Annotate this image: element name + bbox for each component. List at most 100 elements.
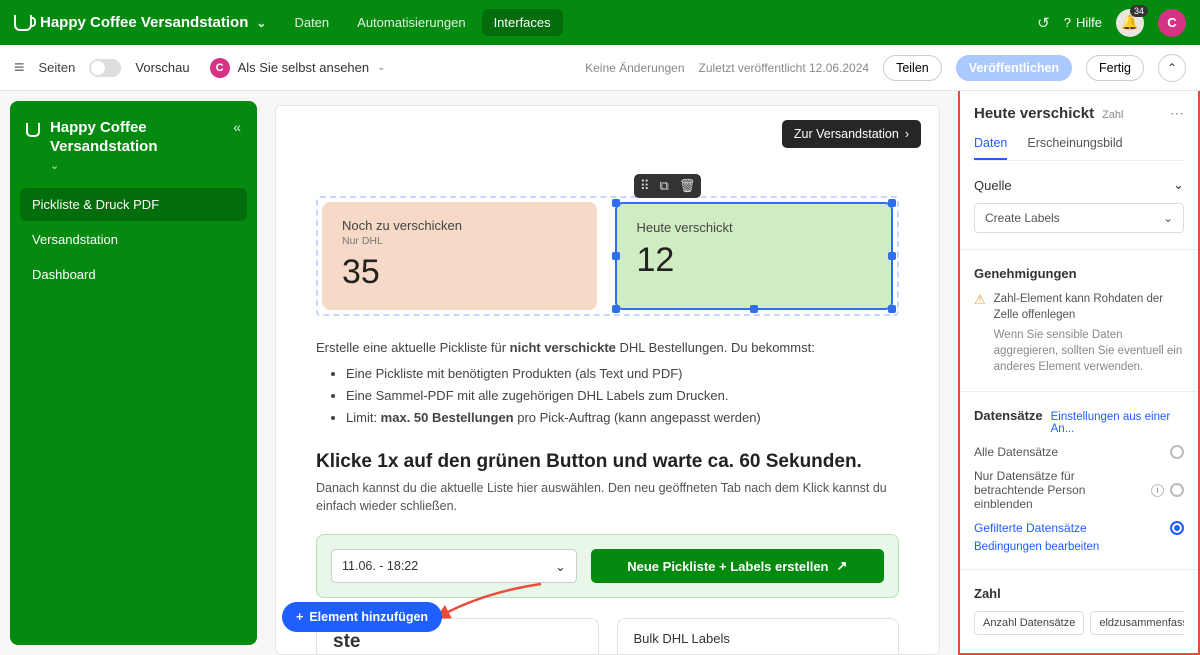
help-icon: ? — [1064, 15, 1071, 30]
history-icon[interactable]: ↺ — [1037, 14, 1050, 32]
inspector-title: Heute verschickt — [974, 105, 1094, 122]
coffee-cup-icon — [26, 123, 40, 137]
inspector-panel: Heute verschickt Zahl ⋯ Daten Erscheinun… — [958, 91, 1200, 655]
view-as-avatar: C — [210, 58, 230, 78]
edit-conditions-link[interactable]: Bedingungen bearbeiten — [974, 541, 1184, 553]
tab-automatisierungen[interactable]: Automatisierungen — [345, 9, 477, 36]
notifications-badge: 34 — [1130, 5, 1148, 17]
page-sidebar: Happy Coffee Versandstation ⌄ « Picklist… — [10, 101, 257, 645]
notifications-button[interactable]: 🔔 34 — [1116, 9, 1144, 37]
app-name: Happy Coffee Versandstation — [40, 14, 248, 31]
preview-label: Vorschau — [135, 60, 189, 75]
action-panel: 11.06. - 18:22 ⌄ Neue Pickliste + Labels… — [316, 534, 899, 598]
summary-option[interactable]: eldzusammenfassun — [1090, 611, 1184, 635]
records-option-all[interactable]: Alle Datensätze — [974, 445, 1184, 459]
approvals-heading: Genehmigungen — [974, 266, 1184, 281]
card-heute-verschickt[interactable]: Heute verschickt 12 — [615, 202, 894, 310]
add-element-button[interactable]: + Element hinzufügen — [282, 602, 442, 632]
source-select[interactable]: Create Labels ⌄ — [974, 203, 1184, 233]
tab-interfaces[interactable]: Interfaces — [482, 9, 563, 36]
collapse-up-button[interactable]: ⌃ — [1158, 54, 1186, 82]
list-item: Eine Pickliste mit benötigten Produkten … — [346, 364, 899, 384]
create-picklist-button[interactable]: Neue Pickliste + Labels erstellen ↗ — [591, 549, 884, 583]
option-label: Gefilterte Datensätze — [974, 521, 1087, 535]
hamburger-icon[interactable]: ≡ — [14, 57, 25, 78]
description-text: Erstelle eine aktuelle Pickliste für nic… — [316, 338, 899, 429]
card-title-fragment: ste — [333, 631, 360, 652]
chevron-down-icon[interactable]: ⌄ — [50, 160, 59, 172]
no-changes-text: Keine Änderungen — [585, 61, 684, 75]
plus-icon: + — [296, 610, 303, 624]
last-published-text: Zuletzt veröffentlicht 12.06.2024 — [699, 61, 870, 75]
card-value: 12 — [637, 241, 872, 280]
stats-row: Noch zu verschicken Nur DHL 35 Heute ver… — [316, 196, 899, 316]
bell-icon: 🔔 — [1121, 14, 1138, 31]
chevron-down-icon: ⌄ — [256, 16, 266, 30]
publish-button[interactable]: Veröffentlichen — [956, 55, 1072, 81]
select-value: 11.06. - 18:22 — [342, 559, 418, 573]
done-button[interactable]: Fertig — [1086, 55, 1144, 81]
chevron-down-icon: ⌄ — [555, 559, 565, 574]
card-label: Heute verschickt — [637, 220, 872, 235]
drag-handle-icon[interactable]: ⠿ — [640, 178, 650, 194]
picklist-select[interactable]: 11.06. - 18:22 ⌄ — [331, 549, 577, 583]
more-menu-icon[interactable]: ⋯ — [1170, 105, 1184, 122]
number-heading: Zahl — [974, 586, 1184, 601]
lower-card-bulk-labels[interactable]: Bulk DHL Labels DHL PAKET MUSTER — [617, 618, 900, 655]
option-label: Nur Datensätze für betrachtende Person e… — [974, 469, 1144, 511]
to-versandstation-button[interactable]: Zur Versandstation › — [782, 120, 921, 148]
coffee-cup-icon — [14, 15, 32, 31]
tab-data[interactable]: Daten — [974, 136, 1007, 160]
chevron-down-icon: ⌄ — [377, 62, 385, 73]
card-label: Noch zu verschicken — [342, 218, 577, 233]
preview-toggle[interactable] — [89, 59, 121, 77]
chevron-down-icon: ⌄ — [1163, 211, 1173, 225]
records-link[interactable]: Einstellungen aus einer An... — [1051, 411, 1184, 435]
card-title: Bulk DHL Labels — [634, 631, 883, 646]
info-icon[interactable]: i — [1151, 484, 1164, 497]
card-value: 35 — [342, 253, 577, 292]
help-link[interactable]: ? Hilfe — [1064, 15, 1102, 30]
share-button[interactable]: Teilen — [883, 55, 942, 81]
element-type: Zahl — [1102, 109, 1123, 121]
sidebar-title: Happy Coffee Versandstation — [50, 119, 223, 157]
help-label: Hilfe — [1076, 15, 1102, 30]
sidebar-item-dashboard[interactable]: Dashboard — [20, 258, 247, 291]
instruction-sub: Danach kannst du die aktuelle Liste hier… — [316, 479, 899, 517]
delete-icon[interactable]: 🗑 — [679, 178, 696, 194]
warning-title: Zahl-Element kann Rohdaten der Zelle off… — [994, 291, 1184, 323]
radio-icon — [1170, 521, 1184, 535]
pages-button[interactable]: Seiten — [39, 60, 76, 75]
selection-toolbar: ⠿ ⧉ 🗑 — [634, 174, 701, 198]
warning-body: Wenn Sie sensible Daten aggregieren, sol… — [994, 327, 1184, 375]
warning-icon: ⚠ — [974, 291, 986, 375]
instruction-heading: Klicke 1x auf den grünen Button und wart… — [316, 451, 899, 473]
chevron-down-icon: ⌄ — [1173, 177, 1184, 193]
app-brand[interactable]: Happy Coffee Versandstation ⌄ — [14, 14, 266, 31]
button-label: Neue Pickliste + Labels erstellen — [627, 559, 828, 574]
records-heading: Datensätze — [974, 408, 1043, 423]
chevron-right-icon: › — [905, 127, 909, 141]
card-sublabel: Nur DHL — [342, 235, 577, 247]
select-value: Create Labels — [985, 211, 1060, 225]
user-avatar[interactable]: C — [1158, 9, 1186, 37]
option-label: Alle Datensätze — [974, 445, 1058, 459]
count-option[interactable]: Anzahl Datensätze — [974, 611, 1084, 635]
section-label: Quelle — [974, 178, 1012, 193]
radio-icon — [1170, 483, 1184, 497]
records-option-filtered[interactable]: Gefilterte Datensätze — [974, 521, 1184, 535]
source-section[interactable]: Quelle ⌄ — [974, 177, 1184, 193]
sidebar-collapse-button[interactable]: « — [233, 119, 241, 135]
view-as-menu[interactable]: C Als Sie selbst ansehen ⌄ — [210, 58, 386, 78]
external-link-icon: ↗ — [837, 558, 848, 574]
records-option-viewer[interactable]: Nur Datensätze für betrachtende Person e… — [974, 469, 1184, 511]
tab-daten[interactable]: Daten — [282, 9, 341, 36]
tab-appearance[interactable]: Erscheinungsbild — [1027, 136, 1122, 160]
list-item: Eine Sammel-PDF mit alle zugehörigen DHL… — [346, 386, 899, 406]
sidebar-item-versandstation[interactable]: Versandstation — [20, 223, 247, 256]
card-noch-verschicken[interactable]: Noch zu verschicken Nur DHL 35 — [322, 202, 597, 310]
button-label: Zur Versandstation — [794, 127, 899, 141]
sidebar-item-pickliste[interactable]: Pickliste & Druck PDF — [20, 188, 247, 221]
duplicate-icon[interactable]: ⧉ — [660, 178, 669, 194]
button-label: Element hinzufügen — [309, 610, 428, 624]
